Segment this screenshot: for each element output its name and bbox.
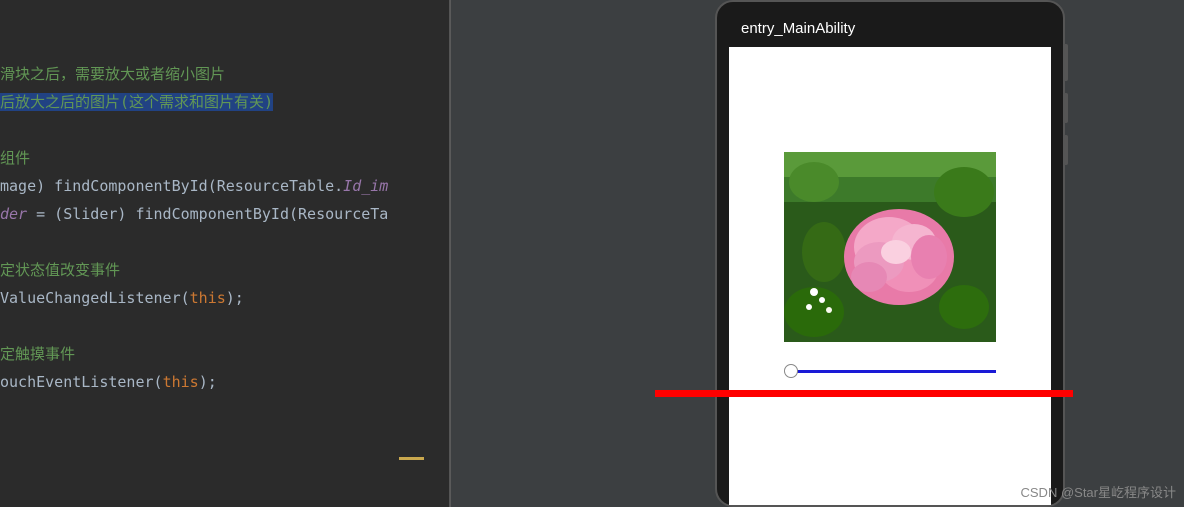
panel-divider[interactable]	[450, 0, 451, 507]
app-title-bar: entry_MainAbility	[729, 12, 1051, 47]
phone-volume-down[interactable]	[1063, 135, 1068, 165]
code-line-4[interactable]: mage) findComponentById(ResourceTable.Id…	[0, 172, 449, 200]
code-comment-4[interactable]: 定触摸事件	[0, 340, 449, 368]
phone-volume-up[interactable]	[1063, 93, 1068, 123]
phone-side-buttons	[1063, 44, 1068, 177]
slider-track	[794, 370, 996, 373]
code-blank[interactable]	[0, 116, 449, 144]
flower-svg	[784, 152, 996, 342]
annotation-red-line	[655, 390, 1073, 397]
code-editor-panel: 滑块之后，需要放大或者缩小图片 后放大之后的图片(这个需求和图片有关) 组件 m…	[0, 0, 450, 507]
scroll-indicator	[399, 457, 424, 460]
phone-power-button[interactable]	[1063, 44, 1068, 81]
phone-screen: entry_MainAbility	[729, 12, 1051, 505]
image-zoom-slider[interactable]	[784, 362, 996, 382]
code-line-7[interactable]: ValueChangedListener(this);	[0, 284, 449, 312]
code-comment-1[interactable]: 滑块之后，需要放大或者缩小图片	[0, 60, 449, 88]
app-content	[729, 47, 1051, 382]
code-line-9[interactable]: ouchEventListener(this);	[0, 368, 449, 396]
phone-emulator-frame: entry_MainAbility	[715, 0, 1065, 507]
watermark-text: CSDN @Star星屹程序设计	[1021, 482, 1177, 501]
flower-image[interactable]	[784, 152, 996, 342]
code-comment-3[interactable]: 定状态值改变事件	[0, 256, 449, 284]
code-blank[interactable]	[0, 228, 449, 256]
slider-thumb[interactable]	[784, 364, 798, 378]
code-blank[interactable]	[0, 312, 449, 340]
code-line-5[interactable]: der = (Slider) findComponentById(Resourc…	[0, 200, 449, 228]
code-comment-2[interactable]: 组件	[0, 144, 449, 172]
code-line-highlighted[interactable]: 后放大之后的图片(这个需求和图片有关)	[0, 88, 449, 116]
